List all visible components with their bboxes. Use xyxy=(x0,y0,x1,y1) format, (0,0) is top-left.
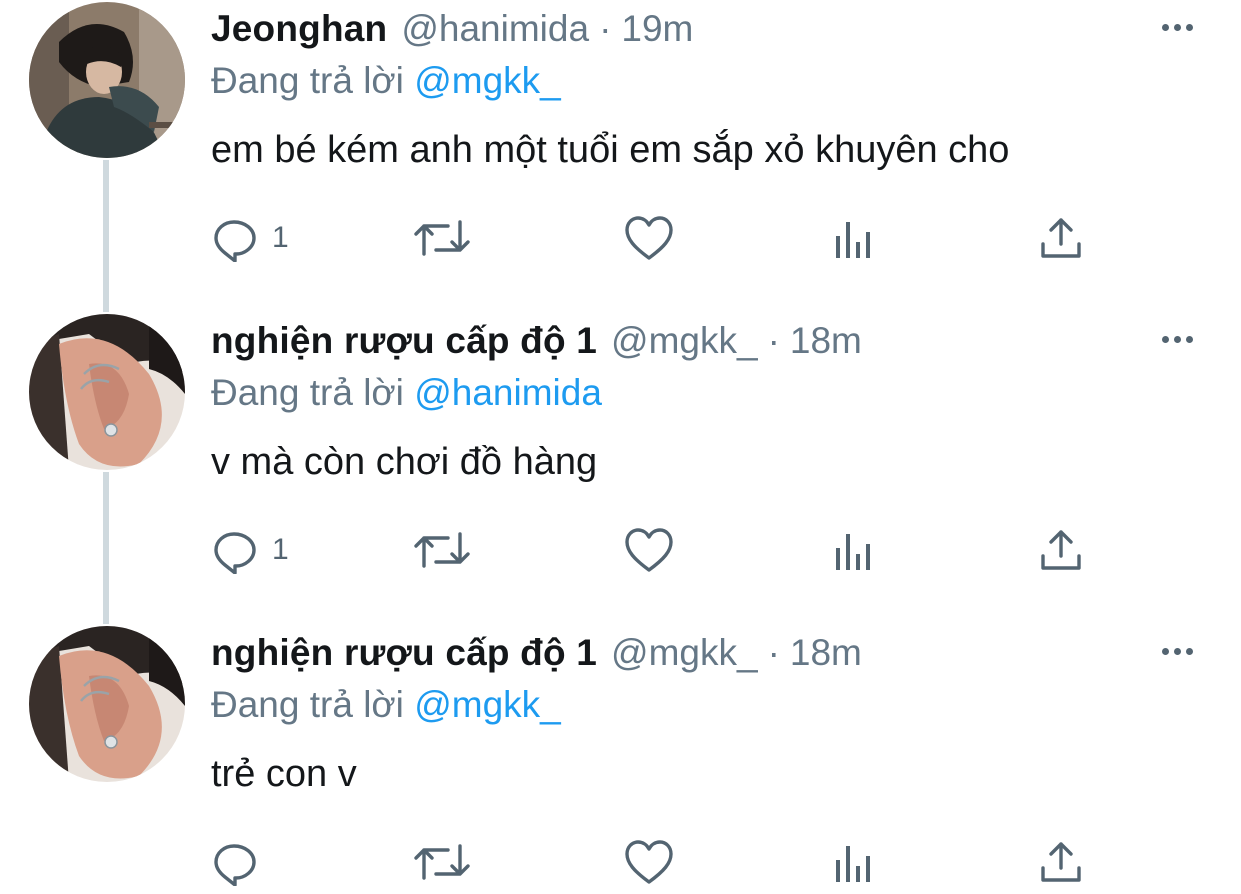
user-handle[interactable]: @mgkk_ xyxy=(611,318,758,364)
reply-button[interactable] xyxy=(212,834,272,890)
tweet-text: em bé kém anh một tuổi em sắp xỏ khuyên … xyxy=(211,129,1010,171)
avatar[interactable] xyxy=(29,314,185,470)
reply-count: 1 xyxy=(272,221,289,254)
reply-icon xyxy=(214,532,256,574)
replying-to-mention[interactable]: @hanimida xyxy=(414,372,602,413)
reply-icon xyxy=(214,220,256,262)
more-icon xyxy=(1161,647,1169,655)
analytics-button[interactable] xyxy=(834,210,878,266)
tweet-header: Jeonghan @hanimida · 19m xyxy=(211,6,693,52)
thread-line xyxy=(103,160,109,312)
analytics-icon xyxy=(836,534,870,570)
tweet-text: v mà còn chơi đồ hàng xyxy=(211,441,598,483)
retweet-icon xyxy=(414,532,470,568)
tweet-header: nghiện rượu cấp độ 1 @mgkk_ · 18m xyxy=(211,318,862,364)
timestamp[interactable]: 18m xyxy=(790,630,862,676)
thread-line xyxy=(103,472,109,624)
avatar[interactable] xyxy=(29,626,185,782)
profile-photo xyxy=(29,2,185,158)
more-options-button[interactable] xyxy=(1155,638,1199,664)
reply-icon xyxy=(214,844,256,886)
timestamp[interactable]: 19m xyxy=(621,6,693,52)
like-icon xyxy=(625,216,673,260)
share-button[interactable] xyxy=(1039,834,1083,890)
separator-dot: · xyxy=(767,632,780,673)
like-button[interactable] xyxy=(624,210,674,266)
reply-button[interactable]: 1 xyxy=(212,210,289,266)
more-icon xyxy=(1161,23,1169,31)
share-icon xyxy=(1041,218,1081,258)
retweet-button[interactable] xyxy=(412,522,472,578)
analytics-icon xyxy=(836,222,870,258)
replying-to: Đang trả lời @mgkk_ xyxy=(211,682,561,728)
display-name[interactable]: nghiện rượu cấp độ 1 xyxy=(211,318,597,364)
replying-to-label: Đang trả lời xyxy=(211,60,404,101)
like-icon xyxy=(625,528,673,572)
share-button[interactable] xyxy=(1039,210,1083,266)
avatar[interactable] xyxy=(29,2,185,158)
user-handle[interactable]: @hanimida xyxy=(401,6,589,52)
retweet-icon xyxy=(414,844,470,880)
timestamp[interactable]: 18m xyxy=(790,318,862,364)
replying-to-label: Đang trả lời xyxy=(211,372,404,413)
analytics-button[interactable] xyxy=(834,522,878,578)
retweet-button[interactable] xyxy=(412,834,472,890)
replying-to-mention[interactable]: @mgkk_ xyxy=(414,60,561,101)
more-icon xyxy=(1161,335,1169,343)
retweet-button[interactable] xyxy=(412,210,472,266)
profile-photo xyxy=(29,626,185,782)
tweet-text: trẻ con v xyxy=(211,753,357,795)
tweet-header: nghiện rượu cấp độ 1 @mgkk_ · 18m xyxy=(211,630,862,676)
replying-to-label: Đang trả lời xyxy=(211,684,404,725)
analytics-icon xyxy=(836,846,870,882)
share-button[interactable] xyxy=(1039,522,1083,578)
replying-to: Đang trả lời @hanimida xyxy=(211,370,602,416)
separator-dot: · xyxy=(599,8,612,49)
separator-dot: · xyxy=(767,320,780,361)
like-button[interactable] xyxy=(624,522,674,578)
replying-to-mention[interactable]: @mgkk_ xyxy=(414,684,561,725)
more-options-button[interactable] xyxy=(1155,14,1199,40)
share-icon xyxy=(1041,530,1081,570)
retweet-icon xyxy=(414,220,470,256)
like-button[interactable] xyxy=(624,834,674,890)
tweet[interactable]: Jeonghan @hanimida · 19m Đang trả lời @m… xyxy=(0,0,1241,312)
like-icon xyxy=(625,840,673,884)
profile-photo xyxy=(29,314,185,470)
reply-count: 1 xyxy=(272,533,289,566)
replying-to: Đang trả lời @mgkk_ xyxy=(211,58,561,104)
tweet[interactable]: nghiện rượu cấp độ 1 @mgkk_ · 18m Đang t… xyxy=(0,312,1241,624)
analytics-button[interactable] xyxy=(834,834,878,890)
display-name[interactable]: nghiện rượu cấp độ 1 xyxy=(211,630,597,676)
more-options-button[interactable] xyxy=(1155,326,1199,352)
share-icon xyxy=(1041,842,1081,882)
tweet[interactable]: nghiện rượu cấp độ 1 @mgkk_ · 18m Đang t… xyxy=(0,624,1241,894)
user-handle[interactable]: @mgkk_ xyxy=(611,630,758,676)
display-name[interactable]: Jeonghan xyxy=(211,6,387,52)
reply-button[interactable]: 1 xyxy=(212,522,289,578)
